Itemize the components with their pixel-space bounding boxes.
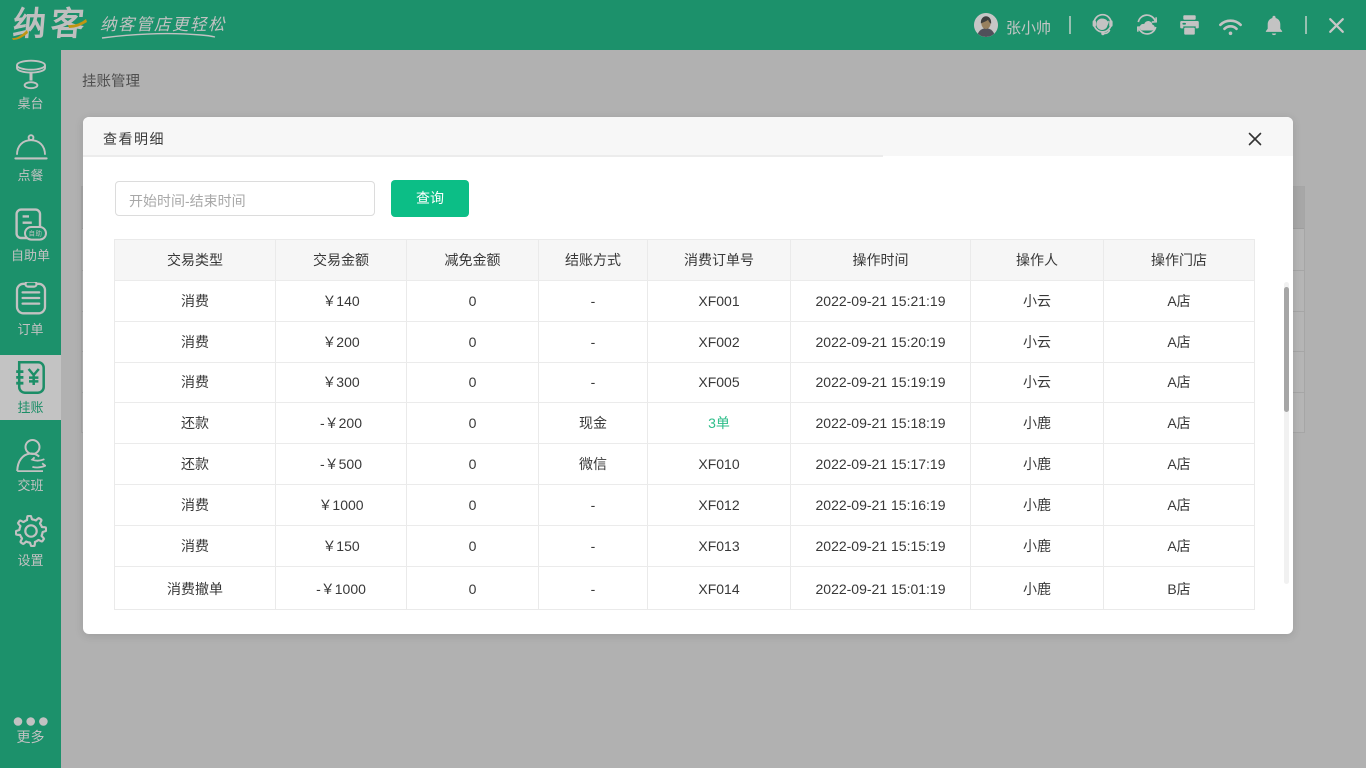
svg-text:自助: 自助 — [28, 228, 42, 237]
